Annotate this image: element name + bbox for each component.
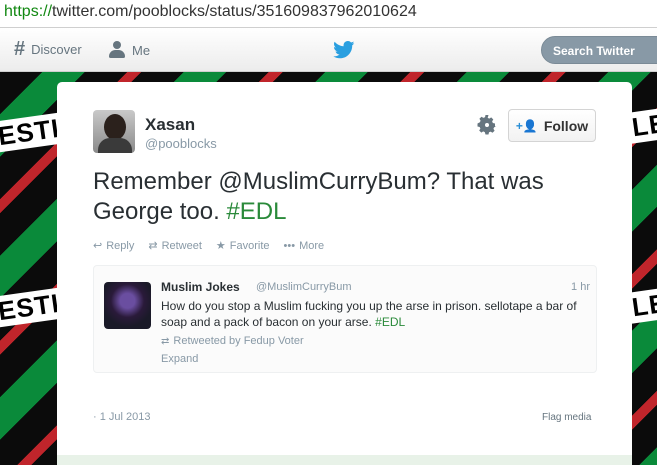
url-protocol: https:// xyxy=(4,3,53,20)
ellipsis-icon: ••• xyxy=(283,239,296,252)
person-icon xyxy=(108,41,126,59)
star-icon: ★ xyxy=(215,240,226,252)
retweet-icon: ⇄ xyxy=(148,240,158,252)
embedded-tweet[interactable]: Muslim Jokes @MuslimCurryBum 1 hr How do… xyxy=(93,265,597,373)
nav-discover-label: Discover xyxy=(31,41,82,57)
more-button[interactable]: ••• More xyxy=(284,239,325,252)
top-navigation-bar: # Discover Me Search Twitter xyxy=(0,28,657,72)
retweet-button[interactable]: ⇄ Retweet xyxy=(148,239,202,253)
expand-link[interactable]: Expand xyxy=(161,353,198,365)
retweeted-by-label: Retweeted by Fedup Voter xyxy=(173,335,304,347)
tweet-date[interactable]: · 1 Jul 2013 xyxy=(93,411,150,423)
more-label: More xyxy=(299,239,325,252)
reply-icon: ↩ xyxy=(93,240,103,252)
embedded-author-name[interactable]: Muslim Jokes xyxy=(161,280,240,294)
retweeted-by: ⇄ Retweeted by Fedup Voter xyxy=(161,335,304,347)
tweet-actions: ↩ Reply ⇄ Retweet ★ Favorite ••• More xyxy=(93,239,325,253)
twitter-bird-icon[interactable] xyxy=(333,41,355,59)
nav-me[interactable]: Me xyxy=(108,41,150,59)
embedded-author-avatar[interactable] xyxy=(104,282,151,329)
url-text[interactable]: https://twitter.com/pooblocks/status/351… xyxy=(4,3,417,21)
embedded-text-main: How do you stop a Muslim fucking you up … xyxy=(161,299,577,329)
retweet-icon: ⇄ xyxy=(161,335,170,347)
hashtag-icon: # xyxy=(14,38,26,60)
flag-media-link[interactable]: Flag media xyxy=(542,412,591,423)
follow-button[interactable]: +👤 Follow xyxy=(508,109,596,142)
tweet-text-main: Remember @MuslimCurryBum? That was Georg… xyxy=(93,168,544,225)
author-avatar[interactable] xyxy=(93,110,135,153)
embedded-hashtag-link[interactable]: #EDL xyxy=(375,315,405,329)
url-path: twitter.com/pooblocks/status/35160983796… xyxy=(52,3,417,20)
browser-url-bar[interactable]: https://twitter.com/pooblocks/status/351… xyxy=(0,0,657,28)
background-banner-text: ESTI xyxy=(0,112,66,153)
card-footer xyxy=(57,455,632,465)
embedded-author-handle[interactable]: @MuslimCurryBum xyxy=(256,281,352,293)
gear-icon[interactable] xyxy=(477,115,497,135)
nav-discover[interactable]: # Discover xyxy=(14,38,82,60)
add-user-icon: +👤 xyxy=(515,118,538,133)
favorite-label: Favorite xyxy=(229,239,270,252)
search-placeholder: Search Twitter xyxy=(553,44,635,58)
reply-label: Reply xyxy=(106,239,135,252)
nav-me-label: Me xyxy=(132,42,151,58)
author-name[interactable]: Xasan xyxy=(145,115,195,135)
author-handle[interactable]: @pooblocks xyxy=(145,136,217,151)
retweet-label: Retweet xyxy=(161,239,202,252)
background-banner-text: ESTI xyxy=(0,287,66,328)
favorite-button[interactable]: ★ Favorite xyxy=(215,239,270,253)
search-input[interactable]: Search Twitter xyxy=(541,36,657,64)
tweet-text: Remember @MuslimCurryBum? That was Georg… xyxy=(93,167,603,227)
embedded-timestamp[interactable]: 1 hr xyxy=(571,281,590,293)
follow-label: Follow xyxy=(543,117,589,134)
embedded-tweet-text: How do you stop a Muslim fucking you up … xyxy=(161,299,581,330)
tweet-card: Xasan @pooblocks +👤 Follow Remember @Mus… xyxy=(57,82,632,465)
reply-button[interactable]: ↩ Reply xyxy=(93,239,135,253)
hashtag-link[interactable]: #EDL xyxy=(226,198,286,225)
